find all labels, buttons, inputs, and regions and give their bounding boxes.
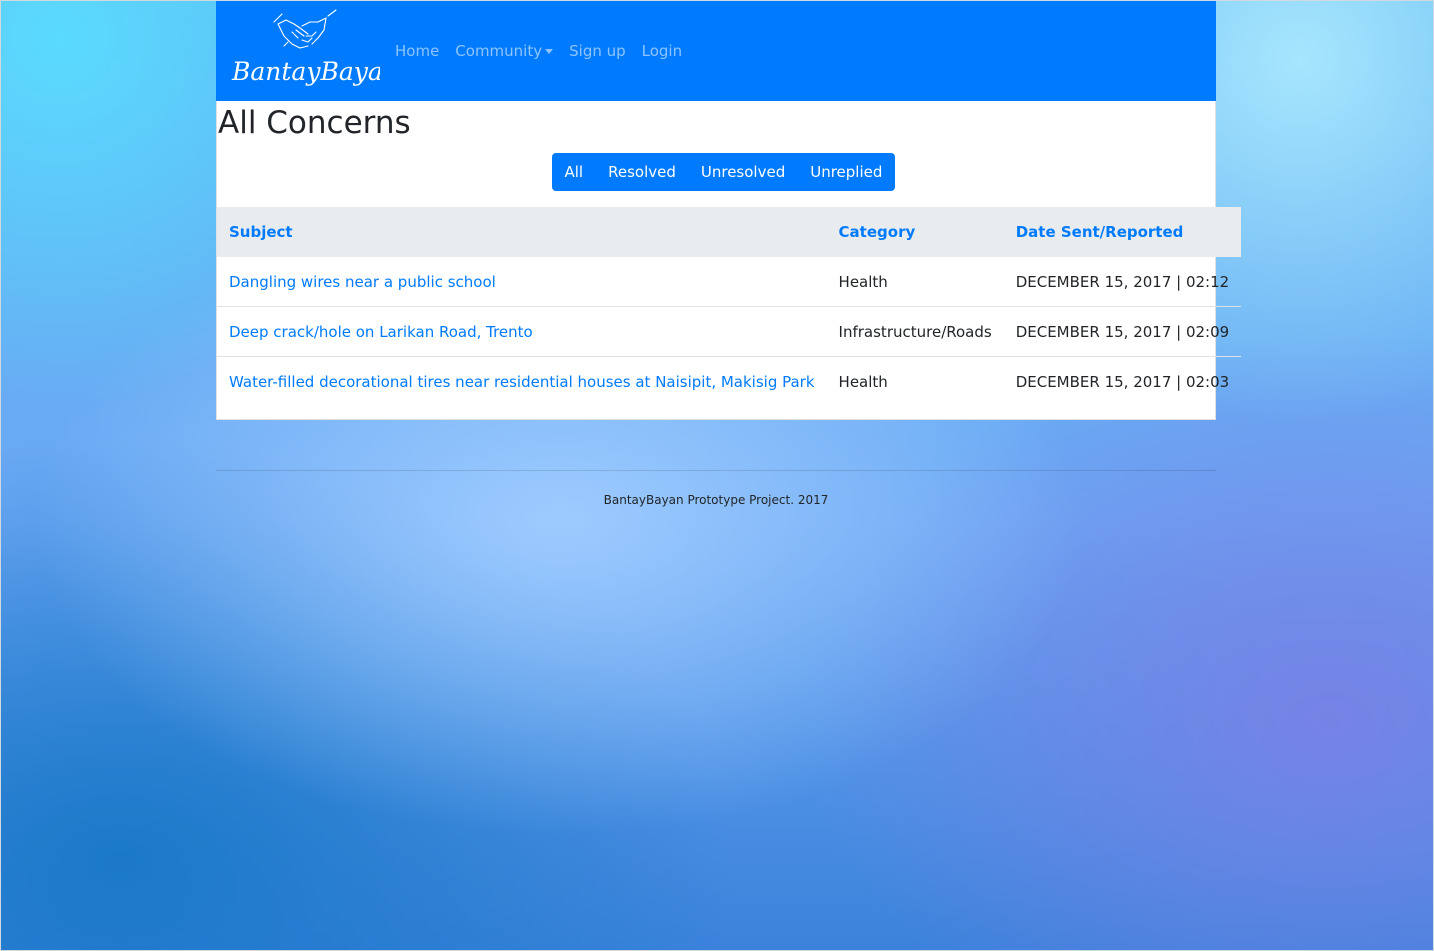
footer-text: BantayBayan Prototype Project. 2017	[603, 493, 829, 507]
column-category-header[interactable]: Category	[827, 207, 1004, 257]
column-date-header[interactable]: Date Sent/Reported	[1004, 207, 1242, 257]
brand-logo[interactable]: BantayBayan	[228, 6, 380, 90]
category-cell: Health	[826, 356, 1004, 406]
filter-resolved-button[interactable]: Resolved	[596, 153, 689, 191]
nav-signup[interactable]: Sign up	[569, 42, 626, 60]
nav-home[interactable]: Home	[395, 42, 439, 60]
concern-subject-link[interactable]: Deep crack/hole on Larikan Road, Trento	[229, 323, 533, 341]
filter-all-button[interactable]: All	[552, 153, 596, 191]
nav-community-label: Community	[455, 42, 543, 60]
date-cell: DECEMBER 15, 2017 | 02:03	[1003, 356, 1242, 406]
subject-cell: Water-filled decorational tires near res…	[217, 356, 827, 406]
column-subject-header[interactable]: Subject	[217, 207, 827, 257]
subject-cell: Dangling wires near a public school	[217, 257, 827, 307]
table-row: Dangling wires near a public school Heal…	[217, 257, 1241, 307]
date-cell: DECEMBER 15, 2017 | 02:12	[1015, 272, 1230, 291]
category-cell: Infrastructure/Roads	[826, 306, 1004, 357]
table-row: Water-filled decorational tires near res…	[217, 356, 1242, 406]
footer-divider	[216, 470, 1216, 471]
brand-text: BantayBayan	[231, 57, 380, 86]
subject-cell: Deep crack/hole on Larikan Road, Trento	[217, 306, 827, 357]
concerns-card: All Concerns All Resolved Unresolved Unr…	[216, 101, 1242, 420]
navbar: BantayBayan Home Community Sign up Login	[216, 1, 1216, 101]
main-container: BantayBayan Home Community Sign up Login…	[216, 1, 1242, 420]
caret-down-icon	[545, 48, 554, 54]
page-title: All Concerns	[218, 105, 411, 141]
brand-wordmark: BantayBayan	[231, 57, 380, 86]
table-header-row: Subject Category Date Sent/Reported	[217, 207, 1242, 257]
table-header: Subject Category Date Sent/Reported	[217, 207, 1242, 257]
category-cell: Health	[838, 272, 888, 291]
date-cell: DECEMBER 15, 2017 | 02:09	[1003, 306, 1242, 357]
filter-button-group: All Resolved Unresolved Unreplied	[552, 153, 895, 191]
filter-unresolved-button[interactable]: Unresolved	[688, 153, 797, 191]
concern-subject-link[interactable]: Dangling wires near a public school	[229, 273, 496, 291]
filter-unreplied-button[interactable]: Unreplied	[798, 153, 895, 191]
nav-community-dropdown[interactable]: Community	[455, 42, 554, 60]
table-body: Dangling wires near a public school Heal…	[217, 257, 1242, 406]
concerns-table: Subject Category Date Sent/Reported Dang…	[217, 207, 1242, 406]
concern-subject-link[interactable]: Water-filled decorational tires near res…	[229, 373, 815, 391]
nav-login[interactable]: Login	[642, 42, 682, 60]
table-row: Deep crack/hole on Larikan Road, Trento …	[217, 306, 1242, 357]
